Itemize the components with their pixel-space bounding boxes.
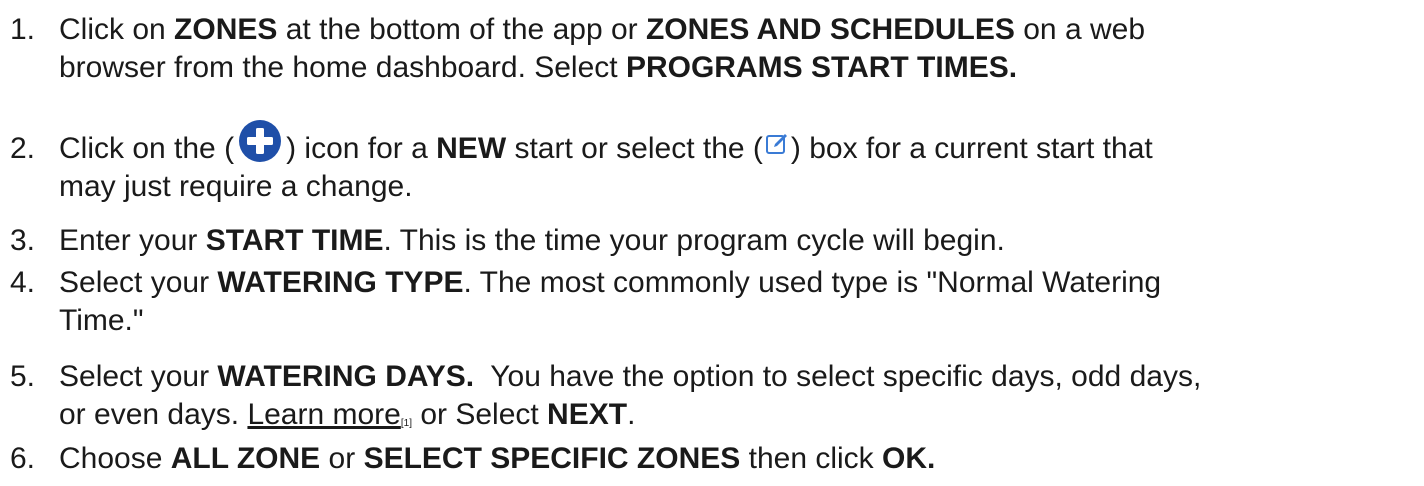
text-span: You have the option to select specific d… xyxy=(474,360,1202,393)
text-span: Select your xyxy=(59,266,218,299)
step-number: 6. xyxy=(10,442,36,475)
step-line: Click on ZONES at the bottom of the app … xyxy=(59,11,1410,49)
step-line: Enter your START TIME. This is the time … xyxy=(59,222,1410,260)
step-line: or even days. Learn more[1] or Select NE… xyxy=(59,396,1410,434)
text-span: ) icon for a xyxy=(286,132,437,165)
text-span: on a web xyxy=(1014,13,1145,46)
bold-term: START TIME xyxy=(205,224,384,257)
text-span: . This is the time your program cycle wi… xyxy=(383,224,1005,257)
text-span: ) box for a current start that xyxy=(790,132,1153,165)
bold-term: SELECT SPECIFIC ZONES xyxy=(363,442,741,475)
bold-term: OK. xyxy=(882,442,936,475)
text-span: start or select the ( xyxy=(506,132,763,165)
step-text: Enter your START TIME. This is the time … xyxy=(59,222,1410,260)
bold-term: NEXT xyxy=(547,398,628,431)
step-line: Choose ALL ZONE or SELECT SPECIFIC ZONES… xyxy=(59,440,1410,478)
bold-term: WATERING DAYS. xyxy=(217,360,475,393)
step-line: Select your WATERING DAYS. You have the … xyxy=(59,358,1410,396)
text-span: then click xyxy=(740,442,883,475)
step-line: Click on the ( ) icon for a NEW start or … xyxy=(59,120,1410,168)
bold-term: ZONES AND SCHEDULES xyxy=(645,13,1015,46)
plus-circle-icon xyxy=(239,120,282,163)
bold-term: PROGRAMS START TIMES. xyxy=(625,51,1018,84)
step-text: Click on ZONES at the bottom of the app … xyxy=(59,11,1410,87)
step-text: Choose ALL ZONE or SELECT SPECIFIC ZONES… xyxy=(59,440,1410,478)
step-number: 5. xyxy=(10,360,36,393)
step-line: browser from the home dashboard. Select … xyxy=(59,49,1410,87)
bold-term: NEW xyxy=(436,132,507,165)
step-line: Select your WATERING TYPE. The most comm… xyxy=(59,264,1410,302)
text-span: Click on the ( xyxy=(59,132,235,165)
step-line: Time." xyxy=(59,302,1410,340)
learn-more-link[interactable]: Learn more xyxy=(247,398,400,431)
text-span: Time." xyxy=(59,304,144,337)
text-span: Click on xyxy=(59,13,175,46)
bold-term: ZONES xyxy=(174,13,278,46)
bold-term: ALL ZONE xyxy=(170,442,321,475)
step-text: Select your WATERING TYPE. The most comm… xyxy=(59,264,1410,340)
edit-box-icon xyxy=(765,134,787,155)
step-line: may just require a change. xyxy=(59,168,1410,206)
text-span: or Select xyxy=(411,398,548,431)
text-span: . The most commonly used type is "Normal… xyxy=(463,266,1162,299)
text-span: or xyxy=(320,442,364,475)
bold-term: WATERING TYPE xyxy=(217,266,464,299)
text-span: browser from the home dashboard. Select xyxy=(59,51,626,84)
step-text: Select your WATERING DAYS. You have the … xyxy=(59,358,1410,434)
instruction-list: 1. Click on ZONES at the bottom of the a… xyxy=(0,0,1424,486)
step-number: 4. xyxy=(10,266,36,299)
step-number: 3. xyxy=(10,224,36,257)
step-text: Click on the ( ) icon for a NEW start or … xyxy=(59,120,1410,206)
text-span: Enter your xyxy=(59,224,206,257)
text-span: or even days. xyxy=(59,398,248,431)
step-number: 1. xyxy=(10,13,36,46)
text-span: Select your xyxy=(59,360,218,393)
step-number: 2. xyxy=(10,132,36,165)
text-span: Choose xyxy=(59,442,171,475)
text-span: may just require a change. xyxy=(59,170,413,203)
text-span: at the bottom of the app or xyxy=(277,13,646,46)
reference-marker: [1] xyxy=(400,418,412,429)
text-span: . xyxy=(627,398,636,431)
